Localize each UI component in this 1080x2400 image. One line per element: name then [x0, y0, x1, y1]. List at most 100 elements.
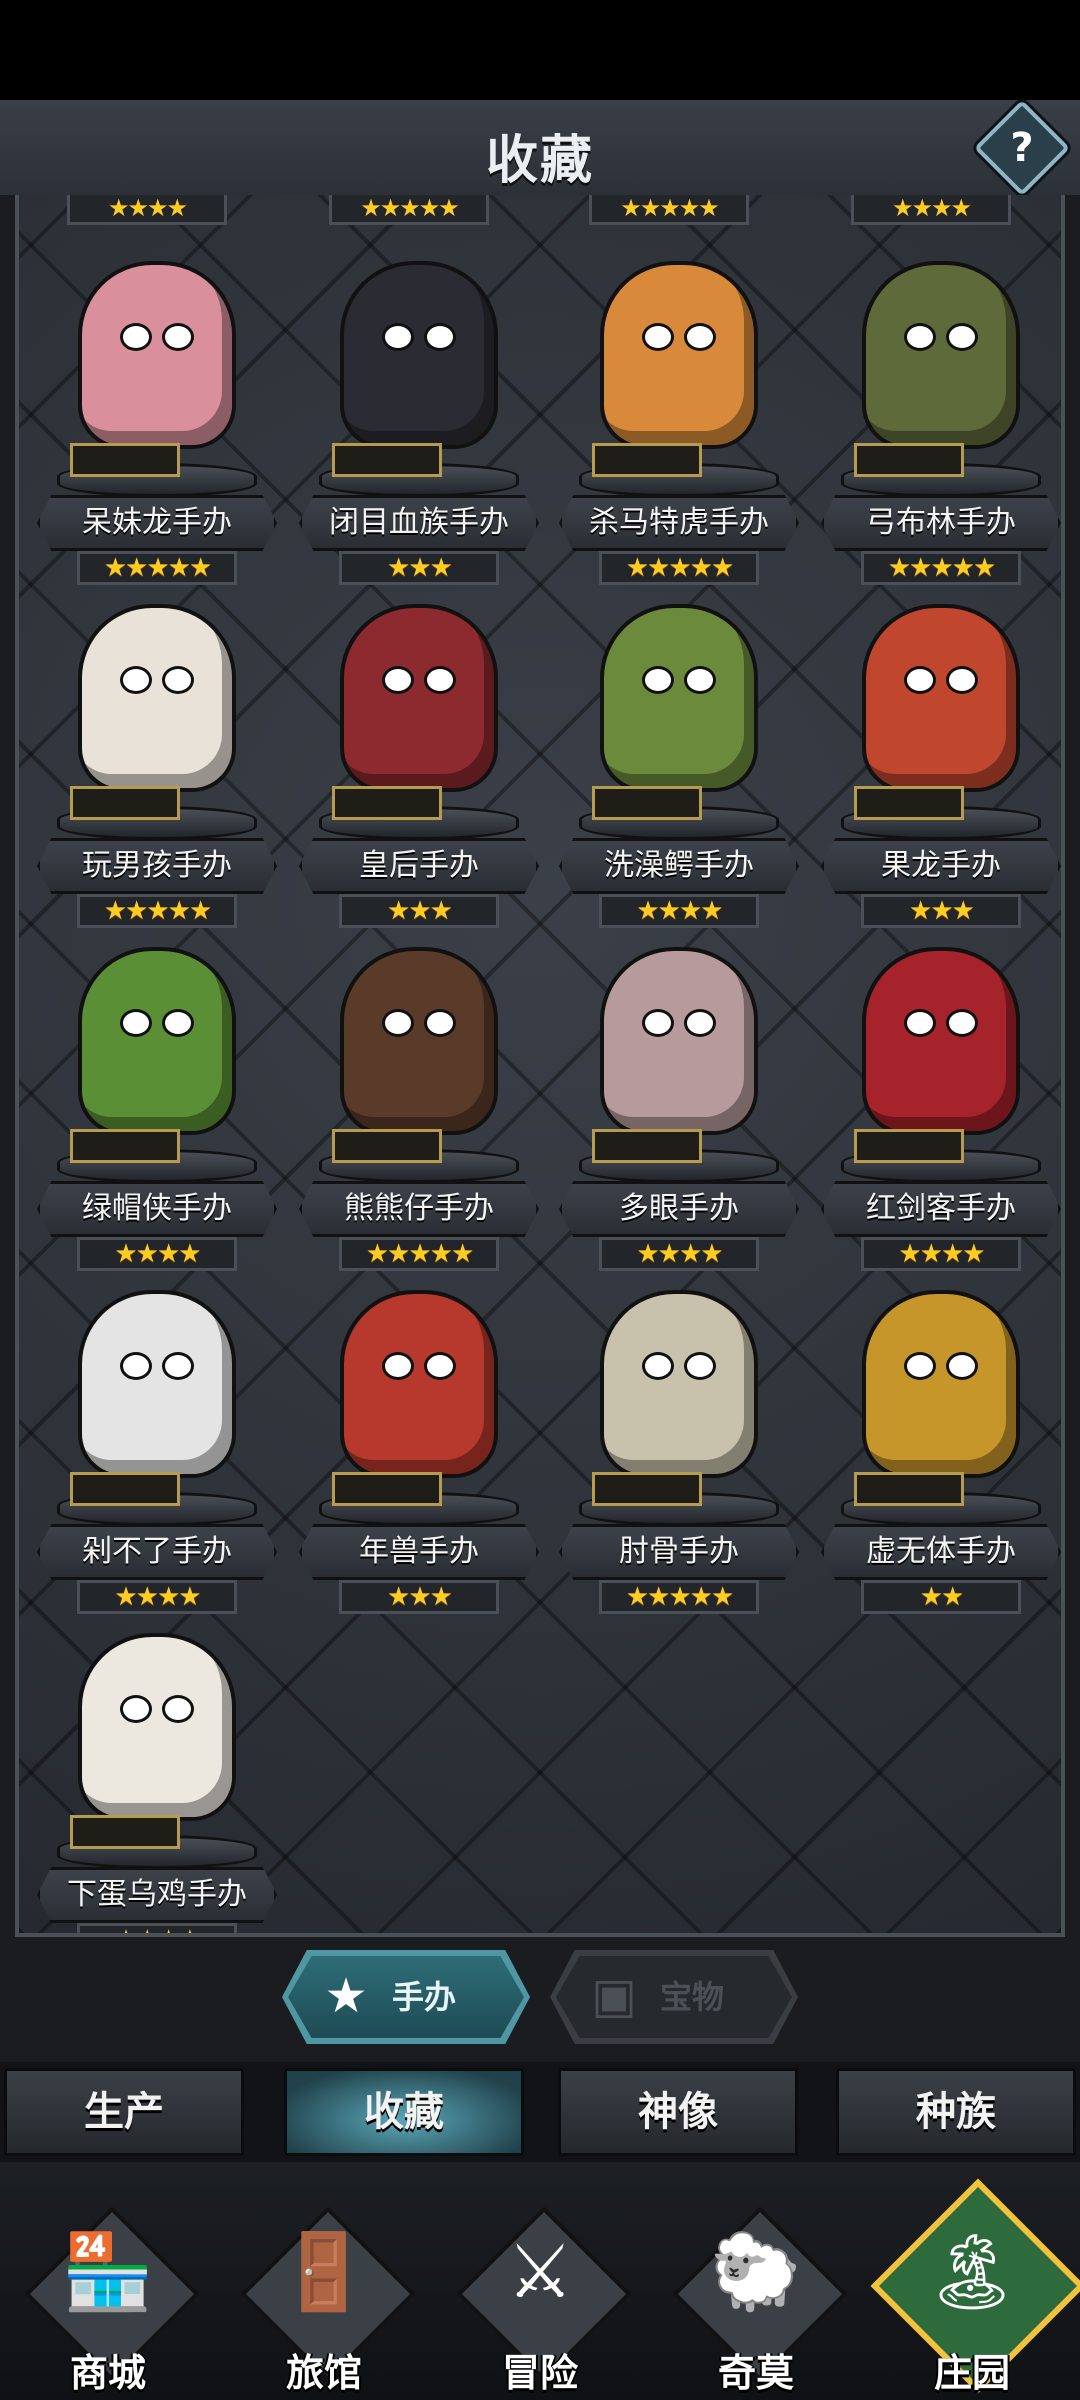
- subtab-collection[interactable]: 收藏: [284, 2068, 524, 2156]
- figure-eyes: [120, 666, 194, 694]
- figure-card[interactable]: 多眼手办 ★★★★: [559, 931, 799, 1271]
- header: 收藏 ?: [0, 99, 1080, 197]
- figure-card[interactable]: 玩男孩手办 ★★★★★: [37, 588, 277, 928]
- tab-figures-label: 手办: [392, 1978, 457, 2016]
- figure-card[interactable]: 年兽手办 ★★★: [299, 1274, 539, 1614]
- figure-eyes: [904, 323, 978, 351]
- figure-eyes: [120, 1009, 194, 1037]
- nav-adventure[interactable]: ⚔ 冒险: [432, 2162, 648, 2400]
- figure-card[interactable]: 弓布林手办 ★★★★★: [821, 245, 1061, 585]
- tab-treasures-label: 宝物: [660, 1978, 725, 2016]
- figure-eyes: [120, 1352, 194, 1380]
- figure-card[interactable]: 洗澡鳄手办 ★★★★: [559, 588, 799, 928]
- figure-stars: ★★★: [861, 894, 1021, 928]
- figure-eyes: [382, 666, 456, 694]
- pedestal-plaque: [854, 786, 964, 820]
- figure-art: [344, 951, 494, 1131]
- figure-card[interactable]: 熊熊仔手办 ★★★★★: [299, 931, 539, 1271]
- figure-card[interactable]: 绿帽侠手办 ★★★★: [37, 931, 277, 1271]
- figure-card[interactable]: 闭目血族手办 ★★★: [299, 245, 539, 585]
- figure-stars: ★★★: [339, 894, 499, 928]
- subtab-production[interactable]: 生产: [4, 2068, 244, 2156]
- pedestal-plaque: [592, 1472, 702, 1506]
- figure-card[interactable]: 果龙手办 ★★★: [821, 588, 1061, 928]
- nav-chimo[interactable]: 🐑 奇莫: [648, 2162, 864, 2400]
- nav-label: 商城: [69, 2351, 146, 2395]
- tab-figures[interactable]: ★ 手办: [282, 1950, 530, 2044]
- figure-stars: ★★★★: [861, 1237, 1021, 1271]
- nav-label: 冒险: [501, 2351, 578, 2395]
- top-row-stars: ★★★★: [851, 195, 1011, 225]
- figure-card[interactable]: 下蛋乌鸡手办★★★★: [37, 1617, 277, 1933]
- pedestal-plaque: [592, 443, 702, 477]
- status-bar: [0, 0, 1080, 100]
- figure-name: 熊熊仔手办: [299, 1181, 539, 1237]
- figure-stars: ★★★★: [599, 894, 759, 928]
- top-row-stars: ★★★★★: [589, 195, 749, 225]
- subtab-statues[interactable]: 神像: [558, 2068, 798, 2156]
- figure-art: [604, 951, 754, 1131]
- figure-stars: ★★★★★: [599, 1580, 759, 1614]
- figure-name: 果龙手办: [821, 838, 1061, 894]
- figure-eyes: [642, 323, 716, 351]
- figure-art: [82, 1637, 232, 1817]
- figure-name: 杀马特虎手办: [559, 495, 799, 551]
- question-mark-icon: ?: [1010, 125, 1034, 171]
- figure-stars: ★★★★★: [77, 894, 237, 928]
- bottom-navigation: 🏪 商城 🚪 旅馆 ⚔ 冒险 🐑 奇莫 🏝 庄园: [0, 2162, 1080, 2400]
- figure-eyes: [382, 1009, 456, 1037]
- figure-art: [82, 608, 232, 788]
- pedestal-plaque: [332, 1472, 442, 1506]
- figure-art: [344, 608, 494, 788]
- chest-icon: ▣: [591, 1968, 637, 2024]
- figure-star-icon: ★: [324, 1968, 368, 2024]
- pedestal-plaque: [854, 1472, 964, 1506]
- pedestal-plaque: [332, 443, 442, 477]
- figure-card[interactable]: 红剑客手办 ★★★★: [821, 931, 1061, 1271]
- figure-eyes: [642, 1352, 716, 1380]
- sub-navigation: 生产 收藏 神像 种族: [0, 2062, 1080, 2162]
- figure-stars: ★★★★: [77, 1237, 237, 1271]
- figure-card[interactable]: 虚无体手办 ★★: [821, 1274, 1061, 1614]
- figure-art: [866, 265, 1016, 445]
- figure-name: 年兽手办: [299, 1524, 539, 1580]
- figure-card[interactable]: 剁不了手办 ★★★★: [37, 1274, 277, 1614]
- figure-art: [604, 265, 754, 445]
- pedestal-plaque: [70, 1815, 180, 1849]
- nav-inn[interactable]: 🚪 旅馆: [216, 2162, 432, 2400]
- pedestal-plaque: [854, 1129, 964, 1163]
- pedestal-plaque: [332, 1129, 442, 1163]
- figure-card[interactable]: 肘骨手办 ★★★★★: [559, 1274, 799, 1614]
- figure-stars: ★★★★: [599, 1237, 759, 1271]
- figure-card[interactable]: 皇后手办 ★★★: [299, 588, 539, 928]
- page-title: 收藏: [485, 131, 594, 191]
- figure-name: 绿帽侠手办: [37, 1181, 277, 1237]
- subtab-races[interactable]: 种族: [836, 2068, 1076, 2156]
- figure-art: [866, 608, 1016, 788]
- figure-art: [82, 1294, 232, 1474]
- figure-name: 弓布林手办: [821, 495, 1061, 551]
- figure-stars: ★★★★★: [77, 551, 237, 585]
- figure-card[interactable]: 呆妹龙手办 ★★★★★: [37, 245, 277, 585]
- figure-art: [604, 1294, 754, 1474]
- figure-eyes: [904, 666, 978, 694]
- pedestal-plaque: [70, 786, 180, 820]
- collection-grid[interactable]: ★★★★ ★★★★★ ★★★★★ ★★★★ 呆妹龙手办 ★★★★★ 闭目血族手办 ★★…: [15, 195, 1065, 1937]
- pedestal-plaque: [332, 786, 442, 820]
- figure-stars: ★★★★: [77, 1580, 237, 1614]
- figure-name: 肘骨手办: [559, 1524, 799, 1580]
- figure-card[interactable]: 杀马特虎手办 ★★★★★: [559, 245, 799, 585]
- figure-stars: ★★★★★: [861, 551, 1021, 585]
- nav-manor[interactable]: 🏝 庄园: [864, 2162, 1080, 2400]
- figure-art: [344, 265, 494, 445]
- figure-name: 玩男孩手办: [37, 838, 277, 894]
- figure-name: 呆妹龙手办: [37, 495, 277, 551]
- nav-shop[interactable]: 🏪 商城: [0, 2162, 216, 2400]
- figure-art: [866, 1294, 1016, 1474]
- tab-treasures[interactable]: ▣ 宝物: [550, 1950, 798, 2044]
- figure-eyes: [120, 323, 194, 351]
- figure-name: 闭目血族手办: [299, 495, 539, 551]
- figure-art: [344, 1294, 494, 1474]
- figure-stars: ★★★: [339, 1580, 499, 1614]
- figure-eyes: [382, 1352, 456, 1380]
